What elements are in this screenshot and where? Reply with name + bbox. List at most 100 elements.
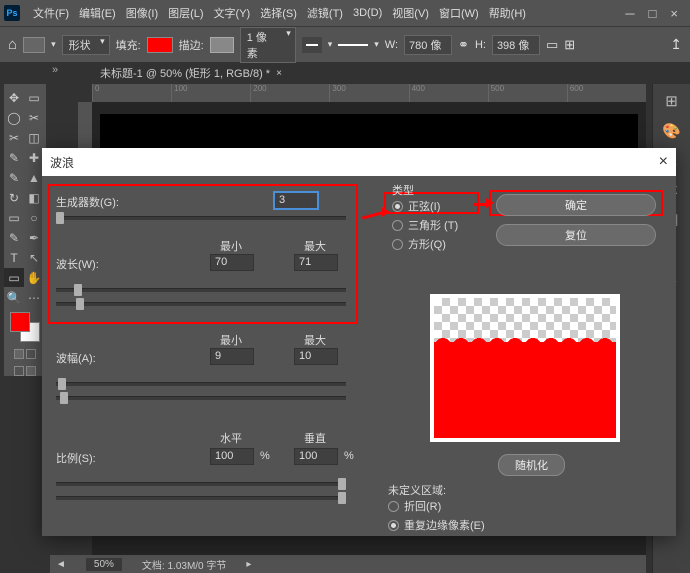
height-field[interactable]: 398 像: [492, 35, 540, 55]
preview-box: [430, 294, 620, 442]
radio-sine[interactable]: 正弦(I): [392, 198, 458, 214]
align-icon[interactable]: ▭: [546, 37, 558, 53]
stroke-style-icon[interactable]: [338, 44, 368, 46]
wavelength-max-field[interactable]: 71: [294, 254, 338, 271]
minimize-icon[interactable]: ─: [625, 6, 634, 21]
brush-tool[interactable]: ✎: [4, 168, 24, 187]
ok-button[interactable]: 确定: [496, 194, 656, 216]
menu-layer[interactable]: 图层(L): [163, 5, 208, 21]
stroke-label: 描边:: [179, 37, 204, 53]
dialog-close-icon[interactable]: ×: [659, 153, 668, 171]
amplitude-max-field[interactable]: 10: [294, 348, 338, 365]
combine-icon[interactable]: ⊞: [564, 37, 575, 53]
shape-mode-dropdown[interactable]: 形状: [62, 35, 110, 55]
healing-tool[interactable]: ✚: [24, 148, 44, 167]
height-label: H:: [475, 39, 486, 51]
generators-field[interactable]: 3: [274, 192, 318, 209]
screenmode-toggle[interactable]: [14, 366, 36, 376]
tool-preset-icon[interactable]: [23, 37, 45, 53]
scale-label: 比例(S):: [56, 450, 96, 466]
chevron-down-icon[interactable]: ▾: [51, 39, 56, 50]
toolbox: ✥▭ ◯✂ ✂◫ ✎✚ ✎▲ ↻◧ ▭○ ✎✒ T↖ ▭✋ 🔍⋯: [4, 84, 46, 376]
history-brush-tool[interactable]: ↻: [4, 188, 24, 207]
chevron-down-icon[interactable]: ▾: [374, 39, 379, 50]
menu-image[interactable]: 图像(I): [121, 5, 163, 21]
document-tabs: » 未标题-1 @ 50% (矩形 1, RGB/8) * ×: [0, 62, 690, 84]
type-label: 类型: [392, 182, 414, 198]
radio-wrap[interactable]: 折回(R): [388, 498, 485, 514]
menu-file[interactable]: 文件(F): [28, 5, 74, 21]
dodge-tool[interactable]: ✎: [4, 228, 24, 247]
tab-close-icon[interactable]: ×: [276, 68, 282, 79]
frame-tool[interactable]: ◫: [24, 128, 44, 147]
hand-tool[interactable]: ✋: [24, 268, 44, 287]
wavelength-max-slider[interactable]: [56, 302, 346, 306]
menu-filter[interactable]: 滤镜(T): [302, 5, 348, 21]
fill-color-swatch[interactable]: [147, 37, 173, 53]
menu-type[interactable]: 文字(Y): [209, 5, 256, 21]
rectangle-tool[interactable]: ▭: [4, 268, 24, 287]
menu-edit[interactable]: 编辑(E): [74, 5, 121, 21]
path-tool[interactable]: ↖: [24, 248, 44, 267]
wavelength-min-slider[interactable]: [56, 288, 346, 292]
status-arrow-right[interactable]: ▸: [246, 559, 251, 570]
menu-help[interactable]: 帮助(H): [484, 5, 531, 21]
zoom-tool[interactable]: 🔍: [4, 288, 24, 307]
scale-h-slider[interactable]: [56, 482, 346, 486]
status-arrow-left[interactable]: ◄: [56, 559, 66, 570]
pen-tool[interactable]: ✒: [24, 228, 44, 247]
menu-window[interactable]: 窗口(W): [434, 5, 484, 21]
chevron-down-icon[interactable]: ▾: [328, 39, 333, 50]
amplitude-max-slider[interactable]: [56, 396, 346, 400]
eyedropper-tool[interactable]: ✎: [4, 148, 24, 167]
crop-tool[interactable]: ✂: [4, 128, 24, 147]
scale-v-slider[interactable]: [56, 496, 346, 500]
blur-tool[interactable]: ○: [24, 208, 44, 227]
stroke-align-icon[interactable]: [302, 37, 322, 53]
share-icon[interactable]: ↥: [670, 36, 682, 53]
home-icon[interactable]: ⌂: [8, 36, 17, 53]
menu-view[interactable]: 视图(V): [387, 5, 434, 21]
stroke-width-field[interactable]: 1 像素: [240, 27, 296, 63]
menu-select[interactable]: 选择(S): [255, 5, 302, 21]
marquee-tool[interactable]: ◯: [4, 108, 24, 127]
dialog-titlebar[interactable]: 波浪 ×: [42, 148, 676, 176]
quickmask-toggle[interactable]: [14, 349, 36, 359]
radio-square[interactable]: 方形(Q): [392, 236, 458, 252]
canvas[interactable]: [100, 114, 638, 152]
scale-v-field[interactable]: 100: [294, 448, 338, 465]
amplitude-min-slider[interactable]: [56, 382, 346, 386]
menu-3d[interactable]: 3D(D): [348, 7, 387, 19]
type-tool[interactable]: T: [4, 248, 24, 267]
expand-tabs-icon[interactable]: »: [52, 64, 58, 76]
radio-triangle[interactable]: 三角形 (T): [392, 217, 458, 233]
lasso-tool[interactable]: ✂: [24, 108, 44, 127]
gradient-tool[interactable]: ▭: [4, 208, 24, 227]
stamp-tool[interactable]: ▲: [24, 168, 44, 187]
color-swatches[interactable]: [10, 312, 40, 342]
width-field[interactable]: 780 像: [404, 35, 452, 55]
artboard-tool[interactable]: ▭: [24, 88, 44, 107]
fg-color[interactable]: [10, 312, 30, 332]
radio-repeat[interactable]: 重复边缘像素(E): [388, 517, 485, 533]
wavelength-min-field[interactable]: 70: [210, 254, 254, 271]
properties-panel-icon[interactable]: ⊞: [665, 92, 678, 110]
close-icon[interactable]: ×: [670, 6, 678, 21]
reset-button[interactable]: 复位: [496, 224, 656, 246]
maximize-icon[interactable]: □: [649, 6, 657, 21]
color-panel-icon[interactable]: 🎨: [662, 122, 681, 140]
move-tool[interactable]: ✥: [4, 88, 24, 107]
undefined-radio-group: 折回(R) 重复边缘像素(E): [388, 498, 485, 536]
scale-h-field[interactable]: 100: [210, 448, 254, 465]
randomize-button[interactable]: 随机化: [498, 454, 565, 476]
zoom-level[interactable]: 50%: [86, 558, 122, 571]
doc-info: 文档: 1.03M/0 字节: [142, 557, 226, 572]
amplitude-min-field[interactable]: 9: [210, 348, 254, 365]
pct-label: %: [344, 450, 354, 462]
edit-toolbar[interactable]: ⋯: [24, 288, 44, 307]
generators-slider[interactable]: [56, 216, 346, 220]
document-tab[interactable]: 未标题-1 @ 50% (矩形 1, RGB/8) * ×: [92, 63, 290, 83]
stroke-color-swatch[interactable]: [210, 37, 234, 53]
eraser-tool[interactable]: ◧: [24, 188, 44, 207]
link-icon[interactable]: ⚭: [458, 37, 469, 53]
